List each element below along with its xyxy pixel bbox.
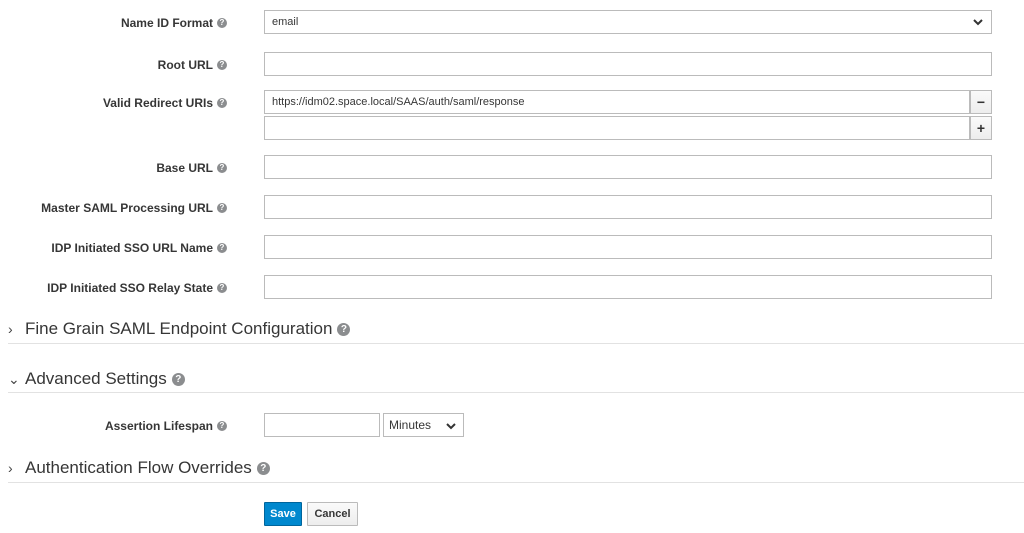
idp-sso-url-name-row: IDP Initiated SSO URL Name ? [0,235,1024,259]
help-icon[interactable]: ? [256,461,270,475]
help-icon[interactable]: ? [217,60,227,70]
help-icon[interactable]: ? [217,163,227,173]
section-title: Authentication Flow Overrides [25,458,252,477]
help-icon[interactable]: ? [217,18,227,28]
master-saml-url-row: Master SAML Processing URL ? [0,195,1024,219]
cancel-button[interactable]: Cancel [307,502,358,526]
master-saml-url-label: Master SAML Processing URL ? [41,201,227,215]
idp-sso-url-name-label: IDP Initiated SSO URL Name ? [51,241,227,255]
assertion-lifespan-row: Assertion Lifespan ? Minutes [0,413,1024,437]
name-id-format-label: Name ID Format ? [121,16,227,30]
help-icon[interactable]: ? [337,322,351,336]
chevron-right-icon: › [8,321,13,337]
fine-grain-section-toggle[interactable]: › Fine Grain SAML Endpoint Configuration… [8,318,1024,340]
redirect-uri-input[interactable]: https://idm02.space.local/SAAS/auth/saml… [264,90,970,114]
remove-uri-button[interactable]: − [970,90,992,114]
root-url-label: Root URL ? [158,58,227,72]
base-url-label: Base URL ? [156,161,227,175]
base-url-input[interactable] [264,155,992,179]
advanced-settings-section-toggle[interactable]: ⌄ Advanced Settings ? [8,368,1024,390]
name-id-format-row: Name ID Format ? email [0,10,1024,34]
auth-flow-overrides-section-toggle[interactable]: › Authentication Flow Overrides ? [8,457,1024,479]
help-icon[interactable]: ? [217,421,227,431]
valid-redirect-uris-label: Valid Redirect URIs ? [103,96,227,110]
redirect-uri-input-new[interactable] [264,116,970,140]
chevron-down-icon [446,423,456,430]
idp-sso-url-name-input[interactable] [264,235,992,259]
idp-sso-relay-state-label: IDP Initiated SSO Relay State ? [47,281,227,295]
help-icon[interactable]: ? [171,372,185,386]
root-url-row: Root URL ? [0,52,1024,76]
master-saml-url-input[interactable] [264,195,992,219]
chevron-right-icon: › [8,460,13,476]
section-title: Fine Grain SAML Endpoint Configuration [25,319,333,338]
help-icon[interactable]: ? [217,283,227,293]
section-divider [8,392,1024,393]
idp-sso-relay-state-input[interactable] [264,275,992,299]
client-settings-form: Name ID Format ? email Root URL ? Valid … [0,0,1024,533]
chevron-down-icon: ⌄ [8,370,20,387]
name-id-format-select[interactable]: email [264,10,992,34]
base-url-row: Base URL ? [0,155,1024,179]
help-icon[interactable]: ? [217,243,227,253]
section-divider [8,482,1024,483]
assertion-lifespan-input[interactable] [264,413,380,437]
section-title: Advanced Settings [25,369,167,388]
chevron-down-icon [973,19,983,26]
assertion-lifespan-unit-select[interactable]: Minutes [383,413,464,437]
assertion-lifespan-label: Assertion Lifespan ? [105,419,227,433]
valid-redirect-uris-row: Valid Redirect URIs ? https://idm02.spac… [0,90,1024,140]
save-button[interactable]: Save [264,502,302,526]
help-icon[interactable]: ? [217,98,227,108]
help-icon[interactable]: ? [217,203,227,213]
add-uri-button[interactable]: + [970,116,992,140]
section-divider [8,343,1024,344]
idp-sso-relay-state-row: IDP Initiated SSO Relay State ? [0,275,1024,299]
root-url-input[interactable] [264,52,992,76]
